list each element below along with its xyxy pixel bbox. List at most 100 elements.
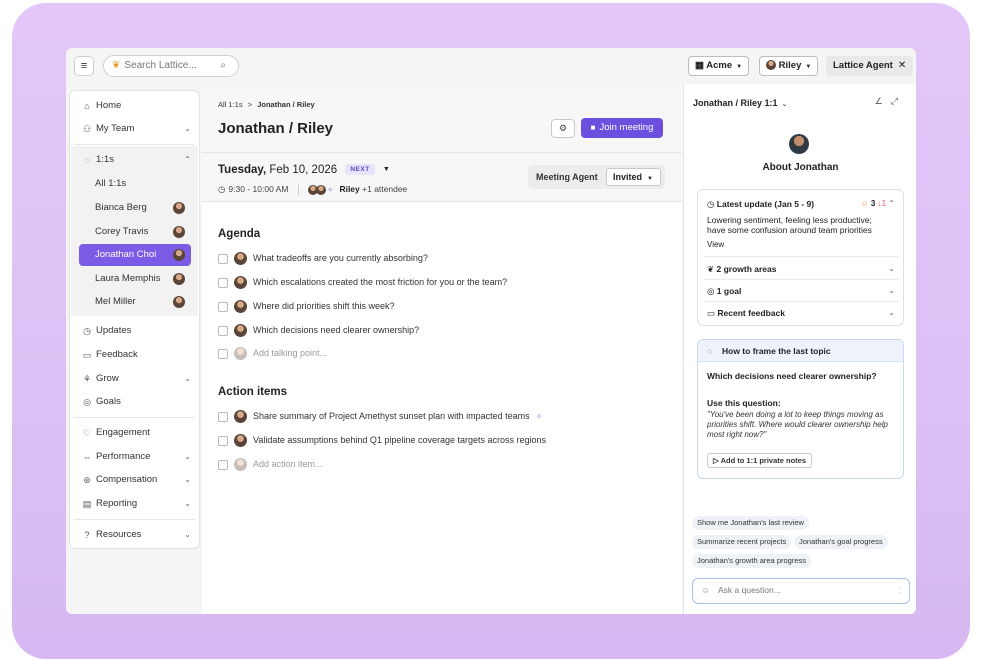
sidebar-item-mel-miller[interactable]: Mel Miller: [79, 291, 191, 313]
sidebar-item-bianca-berg[interactable]: Bianca Berg: [79, 197, 191, 219]
sidebar-item-corey-travis[interactable]: Corey Travis: [79, 221, 191, 243]
sidebar-item-label: Home: [96, 100, 122, 111]
attendee-count[interactable]: +1 attendee: [362, 184, 407, 194]
menu-button[interactable]: ≡: [74, 56, 94, 76]
join-meeting-button[interactable]: ■ Join meeting: [581, 118, 663, 138]
chevron-down-icon: ⌄: [184, 499, 191, 508]
sidebar-item-one-on-ones[interactable]: ◌ 1:1s ⌃: [74, 149, 195, 171]
sidebar-item-reporting[interactable]: ▤ Reporting ⌄: [74, 493, 195, 515]
gear-icon: ⚙: [558, 123, 568, 133]
sidebar-item-label: Compensation: [96, 474, 158, 485]
divider: [74, 417, 195, 418]
sidebar-item-label: Reporting: [96, 498, 138, 509]
chevron-down-icon[interactable]: ⌄: [888, 286, 895, 295]
checkbox[interactable]: [218, 325, 228, 336]
panel-title-dropdown[interactable]: Jonathan / Riley 1:1 ⌄: [693, 98, 787, 108]
goals-row[interactable]: ◎ 1 goal: [707, 286, 741, 297]
invited-label: Invited: [613, 172, 643, 182]
divider: [704, 279, 899, 280]
action-item-text[interactable]: Validate assumptions behind Q1 pipeline …: [253, 435, 546, 445]
add-talking-point-input[interactable]: Add talking point...: [253, 348, 327, 358]
feedback-icon: ▭: [82, 350, 92, 360]
agenda-item-text[interactable]: What tradeoffs are you currently absorbi…: [253, 253, 428, 263]
lattice-agent-toggle[interactable]: Lattice Agent ✕: [826, 56, 914, 76]
recent-feedback-label: Recent feedback: [717, 308, 785, 318]
chevron-down-icon: ⌄: [184, 452, 191, 461]
meeting-host: Riley: [339, 184, 360, 194]
edit-icon[interactable]: ∠: [875, 96, 891, 106]
latest-update-row[interactable]: ◷ Latest update (Jan 5 - 9): [707, 199, 814, 210]
sentiment-score: 3: [870, 199, 876, 208]
avatar: [173, 296, 185, 308]
checkbox: [218, 459, 228, 470]
clock-icon: ◷: [218, 184, 226, 194]
growth-areas-label: 2 growth areas: [716, 264, 777, 274]
sidebar-item-resources[interactable]: ? Resources ⌄: [74, 524, 195, 546]
close-icon[interactable]: ✕: [898, 60, 906, 71]
suggestion-chip[interactable]: Jonathan's growth area progress: [692, 554, 811, 568]
view-link[interactable]: View: [707, 240, 724, 249]
heart-icon: ♡: [82, 428, 92, 438]
suggestion-chip[interactable]: Jonathan's goal progress: [794, 535, 888, 549]
suggestion-chip[interactable]: Summarize recent projects: [692, 535, 792, 549]
meeting-date[interactable]: Tuesday, Feb 10, 2026 NEXT ▼: [218, 164, 390, 176]
chat-icon: ◌: [84, 155, 90, 165]
lattice-logo-icon: ❦: [112, 60, 121, 71]
checkbox[interactable]: [218, 411, 228, 422]
sidebar-item-updates[interactable]: ◷ Updates: [74, 320, 195, 342]
agent-sparkle-icon: ✧: [327, 187, 334, 194]
suggestion-chip[interactable]: Show me Jonathan's last review: [692, 516, 809, 530]
growth-areas-row[interactable]: ❦ 2 growth areas: [707, 264, 777, 275]
checkbox[interactable]: [218, 301, 228, 312]
add-to-private-notes-button[interactable]: ▷ Add to 1:1 private notes: [707, 453, 813, 468]
agenda-item-text[interactable]: Which escalations created the most frict…: [253, 277, 507, 287]
breadcrumb: All 1:1s > Jonathan / Riley: [218, 100, 315, 109]
sidebar-item-my-team[interactable]: ⚇ My Team ⌄: [74, 118, 195, 140]
checkbox[interactable]: [218, 435, 228, 446]
chevron-down-icon[interactable]: ⌄: [888, 308, 895, 317]
avatar: [789, 134, 809, 154]
sidebar-item-goals[interactable]: ◎ Goals: [74, 391, 195, 413]
chevron-up-icon[interactable]: ⌃: [888, 199, 895, 208]
add-action-item[interactable]: Add action item...: [218, 456, 323, 472]
sidebar-item-jonathan-choi[interactable]: Jonathan Choi: [79, 244, 191, 266]
chevron-down-icon[interactable]: ⌄: [888, 264, 895, 273]
add-talking-point[interactable]: Add talking point...: [218, 345, 327, 361]
hamburger-icon: ≡: [80, 60, 88, 72]
agenda-item-text[interactable]: Where did priorities shift this week?: [253, 301, 395, 311]
report-icon: ▤: [82, 499, 92, 509]
sidebar-item-performance[interactable]: ⇔ Performance ⌄: [74, 446, 195, 468]
next-badge: NEXT: [345, 164, 375, 176]
meeting-time-row: ◷ 9:30 - 10:00 AM ✧ Riley +1 attendee: [218, 184, 407, 195]
user-switcher[interactable]: Riley ▼: [759, 56, 819, 76]
org-switcher[interactable]: ▦ Acme ▼: [688, 56, 750, 76]
sidebar-item-label: 1:1s: [96, 154, 114, 165]
goals-label: 1 goal: [716, 286, 742, 296]
recent-feedback-row[interactable]: ▭ Recent feedback: [707, 308, 785, 319]
sidebar-item-laura-memphis[interactable]: Laura Memphis: [79, 268, 191, 290]
sidebar-item-label: Feedback: [96, 349, 138, 360]
agenda-item-text[interactable]: Which decisions need clearer ownership?: [253, 325, 419, 335]
sidebar-item-grow[interactable]: ⚘ Grow ⌄: [74, 368, 195, 390]
voice-icon[interactable]: ⫶: [899, 579, 901, 602]
settings-button[interactable]: ⚙: [551, 119, 575, 138]
expand-icon[interactable]: ⤢: [891, 96, 906, 106]
action-item-text[interactable]: Share summary of Project Amethyst sunset…: [253, 411, 530, 421]
breadcrumb-link[interactable]: All 1:1s: [218, 100, 243, 109]
checkbox[interactable]: [218, 277, 228, 288]
checkbox[interactable]: [218, 253, 228, 264]
sidebar-item-compensation[interactable]: ⊛ Compensation ⌄: [74, 469, 195, 491]
meeting-time: 9:30 - 10:00 AM: [228, 184, 289, 194]
sidebar-item-feedback[interactable]: ▭ Feedback: [74, 344, 195, 366]
sentiment-icon: ☺: [860, 199, 869, 208]
meeting-day: Tuesday,: [218, 164, 267, 176]
add-action-item-input[interactable]: Add action item...: [253, 459, 323, 469]
search-input[interactable]: ❦ Search Lattice... ⌕: [103, 55, 239, 77]
sidebar-item-all-one-on-ones[interactable]: All 1:1s: [79, 173, 191, 195]
avatar: [173, 226, 185, 238]
sidebar-item-home[interactable]: ⌂ Home: [74, 95, 195, 117]
sidebar-item-engagement[interactable]: ♡ Engagement: [74, 422, 195, 444]
invited-dropdown[interactable]: Invited ▼: [606, 168, 661, 186]
ask-question-input[interactable]: ☺ Ask a question... ⫶: [692, 578, 910, 604]
agent-panel: Jonathan / Riley 1:1 ⌄ ∠⤢ About Jonathan …: [683, 84, 916, 614]
